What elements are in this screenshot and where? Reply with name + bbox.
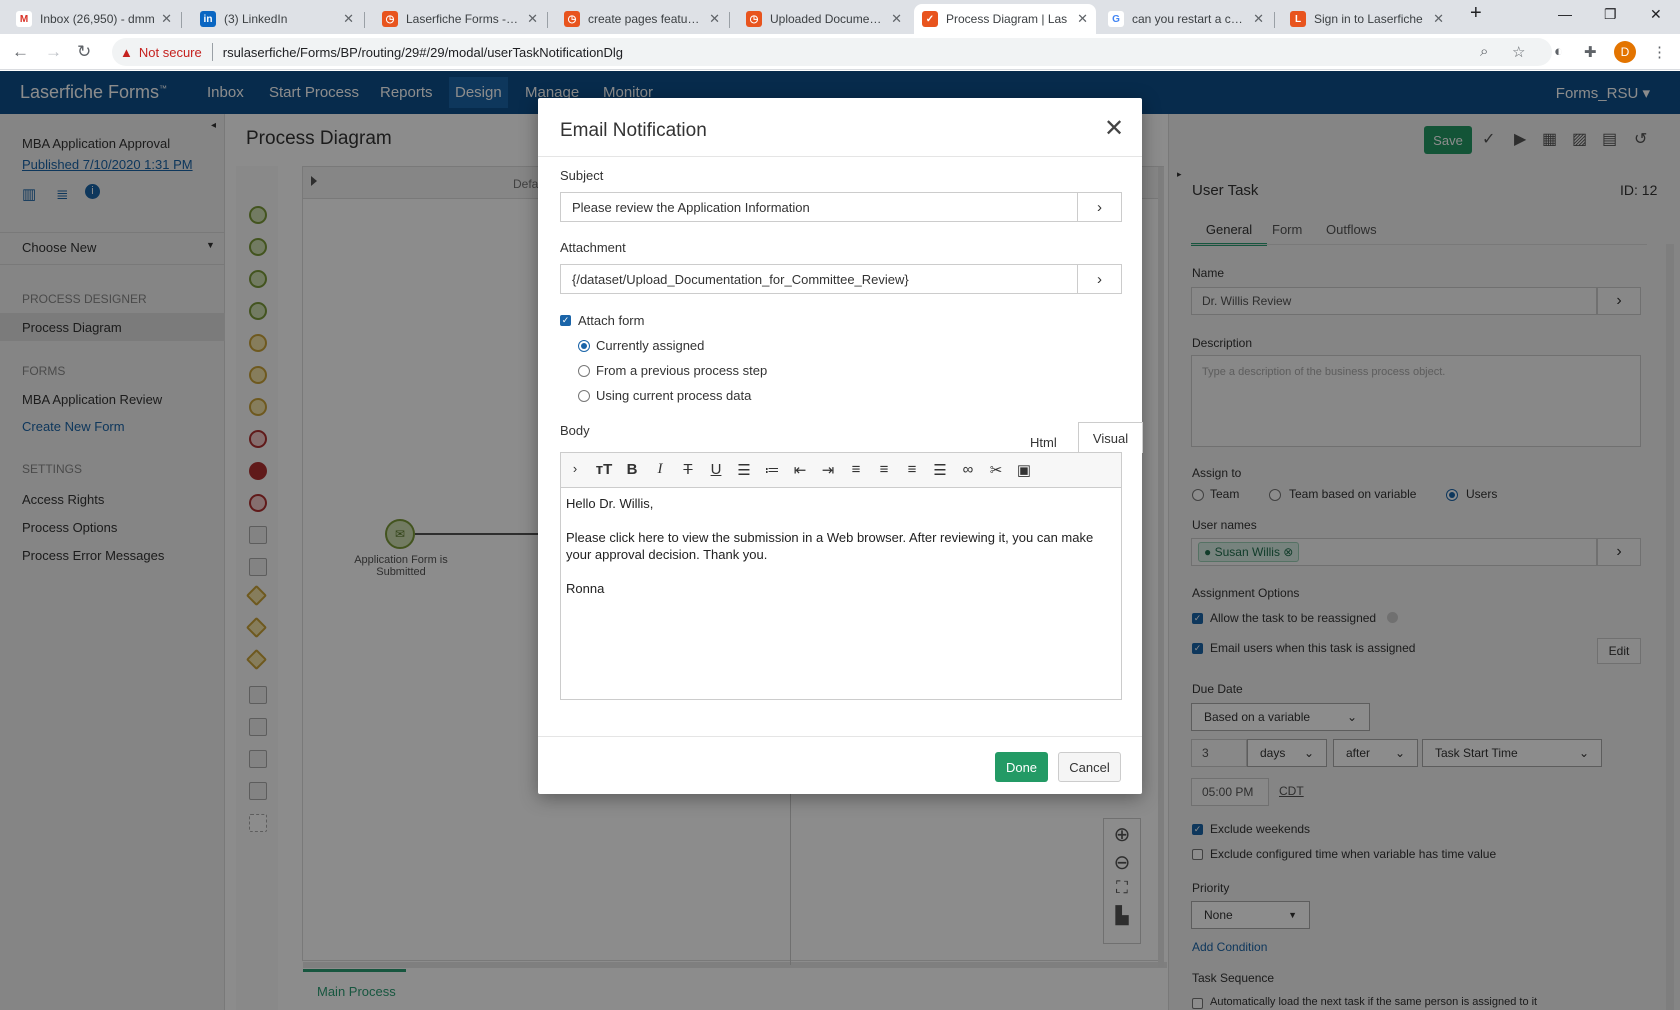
close-icon[interactable]: ✕ xyxy=(1104,114,1124,143)
window-close-icon[interactable]: ✕ xyxy=(1650,6,1662,23)
attachment-input[interactable]: {/dataset/Upload_Documentation_for_Commi… xyxy=(561,272,1077,287)
attachment-field[interactable]: {/dataset/Upload_Documentation_for_Commi… xyxy=(560,264,1122,294)
tab-html[interactable]: Html xyxy=(1030,435,1057,450)
google-icon: G xyxy=(1108,11,1124,27)
browser-tab[interactable]: in (3) LinkedIn ✕ xyxy=(192,4,362,34)
dialog-title: Email Notification xyxy=(560,120,707,141)
close-icon[interactable]: ✕ xyxy=(161,11,172,27)
subject-field[interactable]: Please review the Application Informatio… xyxy=(560,192,1122,222)
radio-previous-step[interactable] xyxy=(578,365,590,377)
align-right-icon[interactable]: ≡ xyxy=(902,461,922,478)
browser-tab[interactable]: ◷ Laserfiche Forms - Up ✕ xyxy=(374,4,546,34)
editor-toolbar: › ᴛT B I T U ☰ ≔ ⇤ ⇥ ≡ ≡ ≡ ☰ ∞ ✂ ▣ xyxy=(560,452,1122,488)
outdent-icon[interactable]: ⇤ xyxy=(790,461,810,479)
editor-tabs: Html Visual xyxy=(560,422,1143,453)
font-size-icon[interactable]: ᴛT xyxy=(594,461,614,478)
puzzle-icon[interactable]: ✚ xyxy=(1584,43,1597,61)
underline-icon[interactable]: U xyxy=(706,461,726,478)
minimize-icon[interactable]: — xyxy=(1558,6,1572,22)
browser-tab-active[interactable]: ✓ Process Diagram | Las ✕ xyxy=(914,4,1096,34)
zoom-icon[interactable]: ⌕ xyxy=(1480,43,1488,60)
laserfiche-l-icon: L xyxy=(1290,11,1306,27)
subject-input[interactable]: Please review the Application Informatio… xyxy=(561,200,1077,215)
cancel-button[interactable]: Cancel xyxy=(1058,752,1121,782)
browser-tab[interactable]: ◷ Uploaded Documents ✕ xyxy=(738,4,910,34)
close-icon[interactable]: ✕ xyxy=(1433,11,1444,27)
done-button[interactable]: Done xyxy=(995,752,1048,782)
linkedin-icon: in xyxy=(200,11,216,27)
close-icon[interactable]: ✕ xyxy=(527,11,538,27)
cut-icon[interactable]: ✂ xyxy=(986,461,1006,479)
browser-tab-bar: M Inbox (26,950) - dmm ✕ in (3) LinkedIn ✕ ◷… xyxy=(0,0,1680,34)
bold-icon[interactable]: B xyxy=(622,461,642,478)
radio-previous-step-label: From a previous process step xyxy=(596,363,768,378)
browser-tab[interactable]: M Inbox (26,950) - dmm ✕ xyxy=(8,4,180,34)
attach-form-checkbox[interactable]: ✓ xyxy=(560,315,571,326)
email-notification-dialog: Email Notification ✕ Subject Please revi… xyxy=(538,98,1143,794)
indent-icon[interactable]: ⇥ xyxy=(818,461,838,479)
extension-icon[interactable]: ◐ xyxy=(1554,43,1563,60)
attach-form-label: Attach form xyxy=(578,313,645,328)
align-left-icon[interactable]: ≡ xyxy=(846,461,866,478)
close-icon[interactable]: ✕ xyxy=(343,11,354,27)
close-icon[interactable]: ✕ xyxy=(709,11,720,27)
close-icon[interactable]: ✕ xyxy=(891,11,902,27)
browser-tab[interactable]: Gcan you restart a canc ✕ xyxy=(1100,4,1272,34)
radio-currently-assigned-label: Currently assigned xyxy=(596,338,705,353)
forward-icon[interactable]: → xyxy=(45,42,62,62)
attachment-label: Attachment xyxy=(560,240,626,255)
menu-kebab-icon[interactable]: ⋮ xyxy=(1652,43,1667,61)
browser-tab[interactable]: L Sign in to Laserfiche ✕ xyxy=(1282,4,1452,34)
restore-icon[interactable]: ❐ xyxy=(1604,6,1617,23)
subject-label: Subject xyxy=(560,168,604,183)
address-bar: ← → ↻ ▲ Not secure rsulaserfiche/Forms/B… xyxy=(0,34,1680,70)
check-icon: ✓ xyxy=(922,11,938,27)
not-secure-label: Not secure xyxy=(138,44,202,60)
body-line: Hello Dr. Willis, xyxy=(566,496,654,511)
justify-icon[interactable]: ☰ xyxy=(930,461,950,479)
radio-current-data[interactable] xyxy=(578,390,590,402)
radio-current-data-label: Using current process data xyxy=(596,388,752,403)
gmail-icon: M xyxy=(16,11,32,27)
link-icon[interactable]: ∞ xyxy=(958,461,978,478)
expand-icon[interactable]: › xyxy=(565,461,585,476)
attachment-var-button[interactable]: › xyxy=(1077,265,1121,293)
profile-avatar[interactable]: D xyxy=(1614,41,1636,63)
browser-tab[interactable]: ◷ create pages feature i ✕ xyxy=(556,4,728,34)
reload-icon[interactable]: ↻ xyxy=(77,42,91,62)
tab-visual[interactable]: Visual xyxy=(1078,422,1143,453)
strikethrough-icon[interactable]: T xyxy=(678,461,698,478)
laserfiche-icon: ◷ xyxy=(564,11,580,27)
numbered-list-icon[interactable]: ≔ xyxy=(762,461,782,479)
email-body-editor[interactable]: Hello Dr. Willis, Please click here to v… xyxy=(560,488,1122,700)
italic-icon[interactable]: I xyxy=(650,461,670,478)
back-icon[interactable]: ← xyxy=(12,42,29,62)
warning-icon: ▲ xyxy=(120,44,133,60)
body-line: Ronna xyxy=(566,581,605,596)
url-text: rsulaserfiche/Forms/BP/routing/29#/29/mo… xyxy=(222,44,624,60)
align-center-icon[interactable]: ≡ xyxy=(874,461,894,478)
subject-var-button[interactable]: › xyxy=(1077,193,1121,221)
close-icon[interactable]: ✕ xyxy=(1253,11,1264,27)
bullet-list-icon[interactable]: ☰ xyxy=(734,461,754,479)
laserfiche-icon: ◷ xyxy=(746,11,762,27)
laserfiche-icon: ◷ xyxy=(382,11,398,27)
new-tab-icon[interactable]: + xyxy=(1470,2,1482,25)
image-icon[interactable]: ▣ xyxy=(1014,461,1034,479)
star-icon[interactable]: ☆ xyxy=(1512,43,1525,61)
url-field[interactable]: ▲ Not secure rsulaserfiche/Forms/BP/rout… xyxy=(112,38,1552,66)
radio-currently-assigned[interactable] xyxy=(578,340,590,352)
body-line: Please click here to view the submission… xyxy=(566,530,1094,562)
close-icon[interactable]: ✕ xyxy=(1077,11,1088,27)
